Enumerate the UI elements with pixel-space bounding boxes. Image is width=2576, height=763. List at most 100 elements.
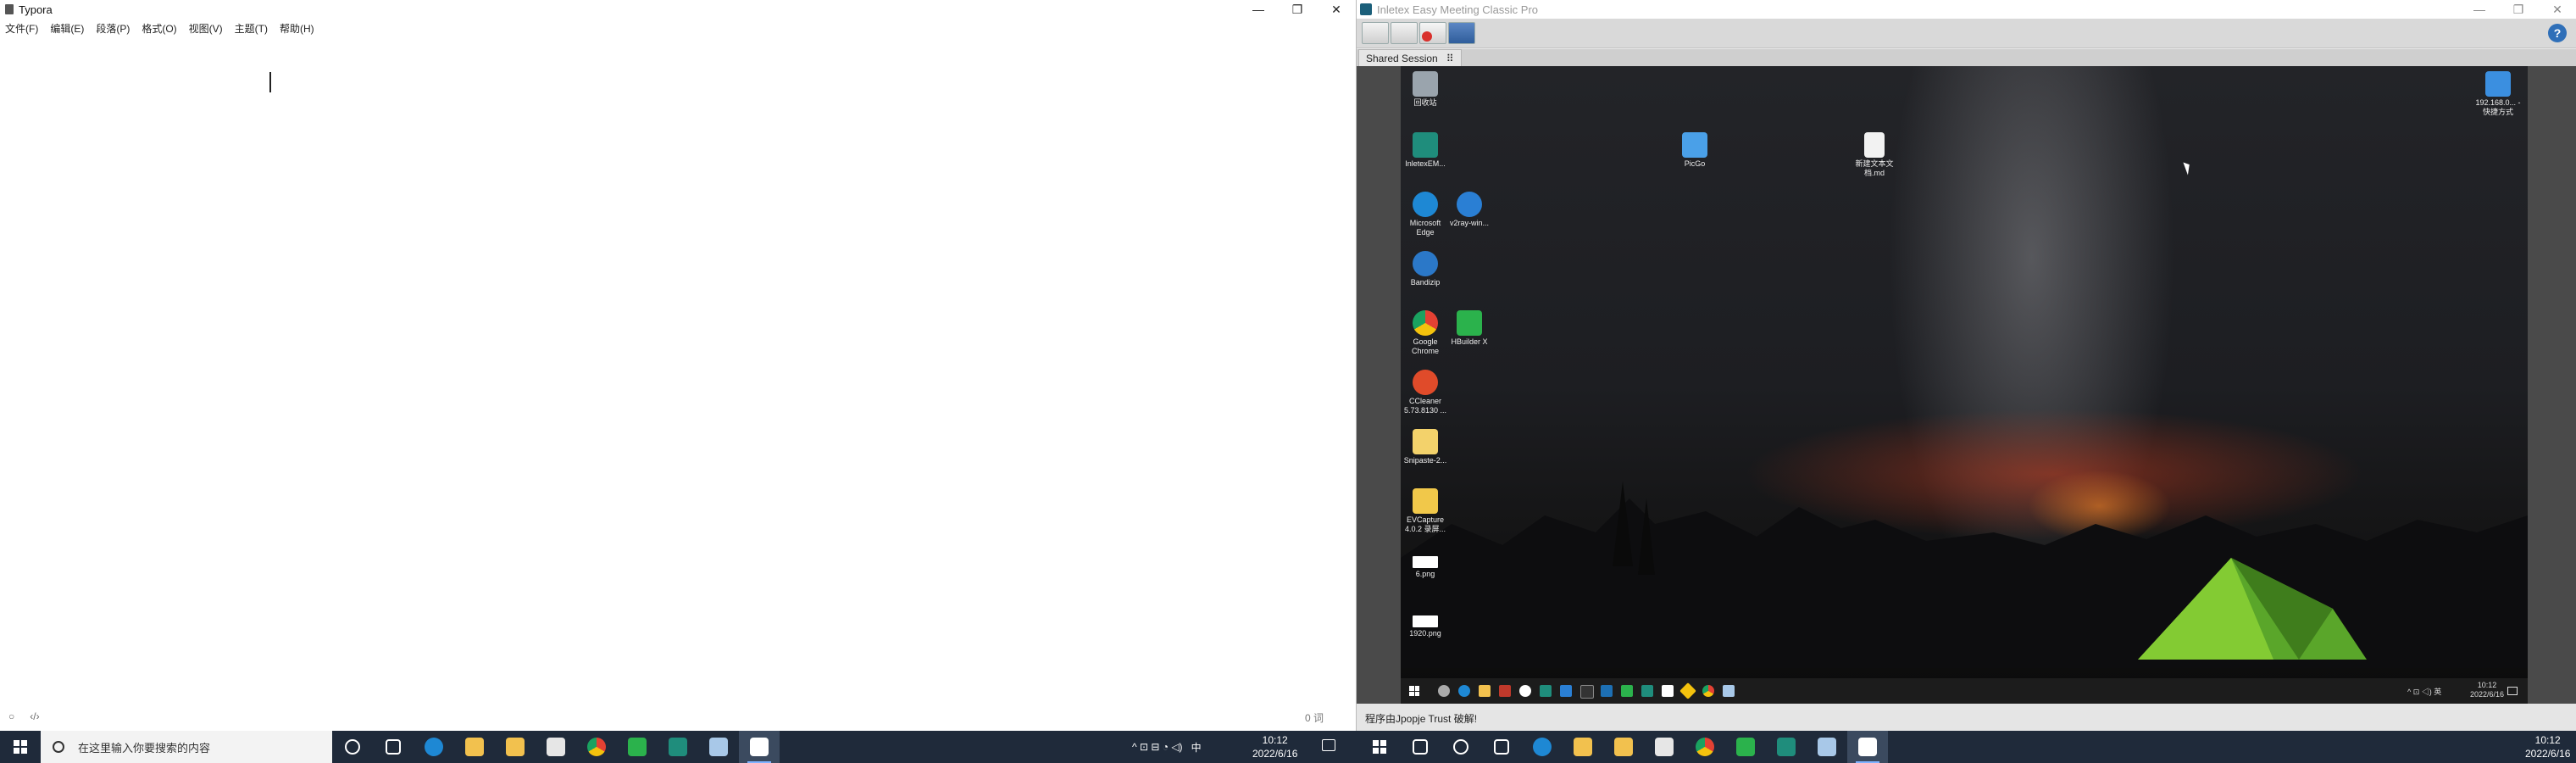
remote-hbuilder-icon[interactable] [1621,685,1633,697]
remote-mail-icon[interactable] [1560,685,1572,697]
start-button-2[interactable] [1359,731,1400,763]
desktop-icon-ccleaner[interactable]: CCleaner 5.73.8130 ... [1401,370,1450,415]
taskbar-app-cortana[interactable] [1441,731,1481,763]
desktop-icon-inletex[interactable]: InletexEM... [1401,132,1450,169]
desktop-icon-chrome[interactable]: Google Chrome [1401,310,1450,356]
menu-edit[interactable]: 编辑(E) [50,21,84,36]
desktop-icon-recycle-bin[interactable]: 回收站 [1401,71,1450,108]
menu-help[interactable]: 帮助(H) [280,21,314,36]
typora-close-button[interactable]: ✕ [1317,0,1356,19]
taskbar-app-store[interactable] [495,731,536,763]
taskbar-app-cortana[interactable] [332,731,373,763]
menu-file[interactable]: 文件(F) [5,21,38,36]
start-button[interactable] [0,731,41,763]
remote-start-icon[interactable] [1409,686,1419,696]
remote-chrome-icon[interactable] [1702,685,1714,697]
notification-center-icon[interactable] [1322,739,1335,751]
remote-clock[interactable]: 10:12 2022/6/16 [2470,681,2504,699]
taskbar-app-mail[interactable] [536,731,576,763]
desktop-icon-picgo[interactable]: PicGo [1670,132,1719,169]
remote-inletex-icon[interactable] [1540,685,1552,697]
desktop-icon-bandizip[interactable]: Bandizip [1401,251,1450,287]
desktop-icon-1920png[interactable]: 1920.png [1401,615,1450,638]
taskbar-app-search[interactable] [1400,731,1441,763]
toolbar-screen-button[interactable] [1391,22,1418,44]
remote-notification-icon[interactable] [2507,687,2518,695]
typora-maximize-button[interactable]: ❐ [1278,0,1317,19]
meeting-minimize-button[interactable]: — [2460,0,2499,19]
pin-icon[interactable]: ⠿ [1446,53,1454,64]
desktop-icon-hbuilder[interactable]: HBuilder X [1445,310,1494,347]
desktop-icon-edge[interactable]: Microsoft Edge [1401,192,1450,237]
taskbar-app-store[interactable] [1603,731,1644,763]
taskbar-app-hbuilder[interactable] [617,731,658,763]
desktop-icon-6png[interactable]: 6.png [1401,556,1450,579]
taskbar-app-typora[interactable] [739,731,780,763]
desktop-icon-v2ray[interactable]: v2ray-win... [1445,192,1494,228]
remote-typora-icon[interactable] [1662,685,1674,697]
taskbar-app-edge[interactable] [414,731,454,763]
meeting-close-button[interactable]: ✕ [2538,0,2576,19]
remote-app2-icon[interactable] [1679,682,1696,699]
menu-view[interactable]: 视图(V) [189,21,223,36]
remote-terminal-icon[interactable] [1580,685,1594,699]
taskbar-app-chrome[interactable] [1685,731,1725,763]
outline-toggle-icon[interactable]: ○ [8,710,14,722]
editor-text-caret[interactable] [269,72,271,92]
remote-app-icon[interactable] [1499,685,1511,697]
menu-format[interactable]: 格式(O) [142,21,176,36]
remote-vscode-icon[interactable] [1601,685,1613,697]
typora-window-title: Typora [19,3,53,16]
ime-indicator[interactable]: 中 [1191,740,1202,755]
remote-settings-icon[interactable] [1519,685,1531,697]
session-tab-label: Shared Session [1366,53,1438,64]
taskbar-app-file-explorer[interactable] [1563,731,1603,763]
tray-icons[interactable]: ^ ⊡ ⊟ ◔ ◁) [1132,741,1183,753]
toolbar-stop-share-button[interactable] [1419,22,1446,44]
taskbar-app-snipaste[interactable] [698,731,739,763]
meeting-maximize-button[interactable]: ❐ [2499,0,2538,19]
windows-start-icon [1373,740,1386,754]
taskbar-app-typora[interactable] [1847,731,1888,763]
chrome-icon [1696,738,1714,756]
taskbar-app-mail[interactable] [1644,731,1685,763]
inletex-icon [669,738,687,756]
remote-tray[interactable]: ^ ⊡ ◁) 英 [2407,686,2441,697]
remote-desktop[interactable]: 回收站 InletexEM... Microsoft Edge v2ray-wi… [1401,66,2528,704]
typora-minimize-button[interactable]: — [1239,0,1278,19]
taskbar-clock-left[interactable]: 10:12 2022/6/16 [1252,733,1297,760]
tab-shared-session[interactable]: Shared Session ⠿ [1358,49,1462,67]
source-mode-icon[interactable]: ‹/› [30,710,39,722]
store-icon [1614,738,1633,756]
remote-inletex2-icon[interactable] [1641,685,1653,697]
remote-search-icon[interactable] [1438,685,1450,697]
desktop-icon-evcapture[interactable]: EVCapture 4.0.2 录屏... [1401,488,1450,534]
taskbar-app-file-explorer[interactable] [454,731,495,763]
remote-file-explorer-icon[interactable] [1479,685,1491,697]
remote-edge-icon[interactable] [1458,685,1470,697]
toolbar-chat-button[interactable] [1362,22,1389,44]
remote-snipaste-icon[interactable] [1723,685,1735,697]
toolbar-desktop-share-button[interactable] [1448,22,1475,44]
menu-theme[interactable]: 主题(T) [235,21,268,36]
taskbar-search-box[interactable]: 在这里输入你要搜索的内容 [41,731,332,763]
taskbar-app-edge[interactable] [1522,731,1563,763]
help-icon[interactable]: ? [2548,24,2567,42]
word-count[interactable]: 0 词 [1305,710,1324,725]
menu-paragraph[interactable]: 段落(P) [96,21,130,36]
shared-session-viewport[interactable]: 回收站 InletexEM... Microsoft Edge v2ray-wi… [1357,66,2576,704]
taskbar-app-task-view[interactable] [1481,731,1522,763]
typora-icon [1858,738,1877,756]
desktop-icon-snipaste[interactable]: Snipaste-2... [1401,429,1450,465]
taskbar-app-hbuilder[interactable] [1725,731,1766,763]
taskbar-app-inletex[interactable] [1766,731,1807,763]
taskbar-app-task-view[interactable] [373,731,414,763]
taskbar-app-chrome[interactable] [576,731,617,763]
taskbar-app-inletex[interactable] [658,731,698,763]
remote-desktop-shortcut-icon [2485,71,2511,97]
desktop-icon-markdown-file[interactable]: 新建文本文档.md [1850,132,1899,178]
desktop-icon-remote-shortcut[interactable]: 192.168.0... - 快捷方式 [2473,71,2523,117]
search-icon [53,741,64,753]
taskbar-app-snipaste[interactable] [1807,731,1847,763]
taskbar-clock-right[interactable]: 10:12 2022/6/16 [2525,733,2570,760]
